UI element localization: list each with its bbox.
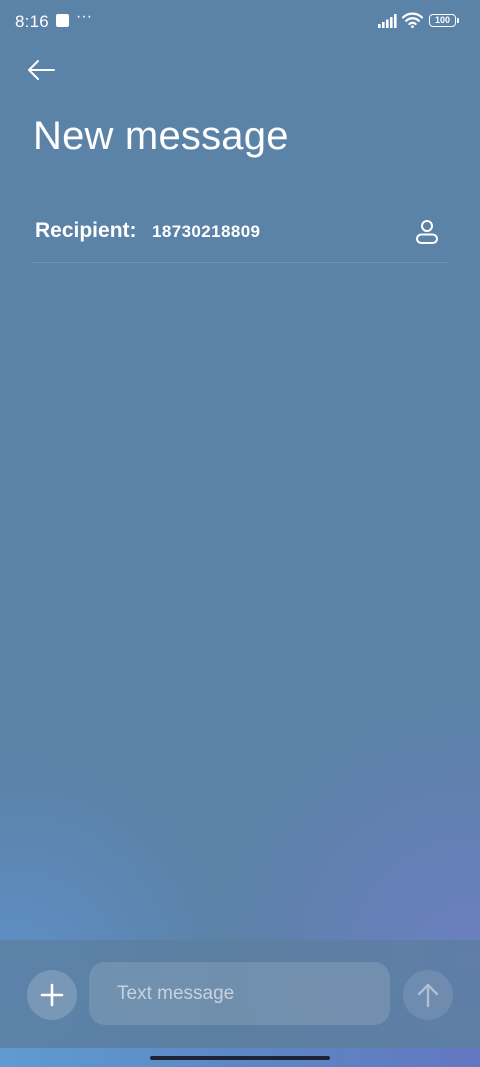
attach-button[interactable]	[27, 970, 77, 1020]
battery-cap	[457, 18, 459, 23]
recipient-label: Recipient:	[35, 219, 137, 242]
signal-icon	[378, 14, 397, 28]
recipient-input[interactable]	[152, 222, 372, 242]
home-indicator[interactable]	[150, 1056, 330, 1060]
battery-level: 100	[434, 15, 451, 25]
arrow-left-icon	[28, 60, 55, 80]
battery-icon: 100	[429, 14, 456, 27]
navigation-bar	[0, 1048, 480, 1067]
send-button[interactable]	[403, 970, 453, 1020]
status-time: 8:16	[15, 12, 49, 31]
back-button[interactable]	[20, 52, 62, 88]
status-bar: 8:16 ··· 100	[0, 0, 480, 42]
recipient-row: Recipient:	[33, 200, 447, 263]
message-input[interactable]	[89, 962, 390, 1025]
page-title: New message	[33, 114, 289, 158]
more-notifications-icon: ···	[76, 8, 92, 25]
wifi-icon	[402, 12, 423, 28]
contact-picker-button[interactable]	[411, 216, 443, 248]
notification-square-icon	[56, 14, 69, 27]
person-icon	[416, 220, 438, 244]
compose-bar	[0, 940, 480, 1048]
plus-icon	[40, 983, 64, 1007]
arrow-up-icon	[417, 983, 439, 1008]
